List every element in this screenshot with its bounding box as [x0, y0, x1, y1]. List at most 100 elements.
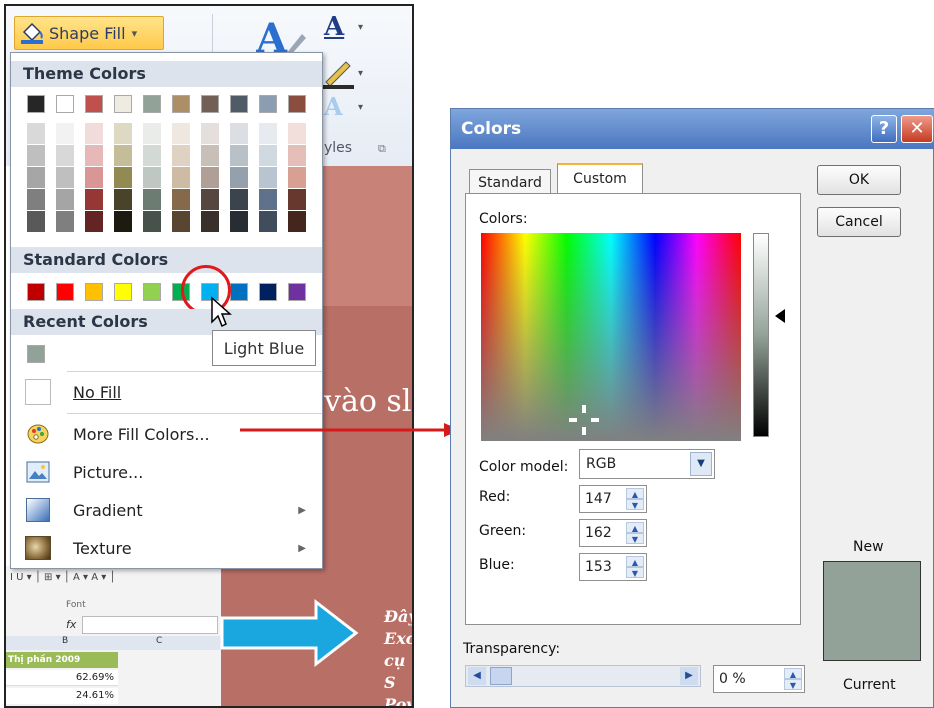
spinner-buttons[interactable]: ▲ ▼ [626, 522, 644, 544]
theme-tint-swatch[interactable] [27, 189, 45, 210]
theme-tint-swatch[interactable] [172, 145, 190, 166]
theme-tint-swatch[interactable] [201, 167, 219, 188]
theme-tint-swatch[interactable] [56, 211, 74, 232]
standard-color-swatch[interactable] [143, 283, 161, 301]
theme-tint-swatch[interactable] [259, 167, 277, 188]
theme-tint-swatch[interactable] [230, 189, 248, 210]
spin-down-icon[interactable]: ▼ [626, 533, 644, 544]
crosshair-icon[interactable] [569, 405, 599, 439]
theme-color-swatch[interactable] [230, 95, 248, 113]
theme-tint-swatch[interactable] [288, 123, 306, 144]
spinner-buttons[interactable]: ▲ ▼ [784, 668, 802, 690]
formula-bar-input[interactable] [82, 616, 218, 634]
excel-cell[interactable]: 24.61% [6, 688, 118, 704]
theme-tint-swatch[interactable] [201, 145, 219, 166]
luminance-pointer-icon[interactable] [775, 309, 785, 327]
theme-tint-swatch[interactable] [27, 167, 45, 188]
chevron-down-icon[interactable]: ▼ [690, 452, 712, 476]
text-outline-icon[interactable] [322, 56, 356, 94]
theme-tint-swatch[interactable] [143, 211, 161, 232]
slider-thumb[interactable] [490, 667, 512, 685]
chevron-down-icon[interactable]: ▾ [358, 102, 363, 113]
theme-tint-swatch[interactable] [201, 189, 219, 210]
recent-color-swatch[interactable] [27, 345, 45, 363]
menu-item-texture[interactable]: Texture ▶ [11, 529, 322, 567]
spinner-buttons[interactable]: ▲ ▼ [626, 556, 644, 578]
cancel-button[interactable]: Cancel [817, 207, 901, 237]
color-spectrum-picker[interactable] [481, 233, 741, 441]
theme-tint-swatch[interactable] [172, 189, 190, 210]
menu-item-gradient[interactable]: Gradient ▶ [11, 491, 322, 529]
chevron-down-icon[interactable]: ▾ [358, 22, 363, 33]
transparency-slider[interactable]: ◀ ▶ [465, 665, 701, 687]
theme-tint-swatch[interactable] [27, 123, 45, 144]
tab-custom[interactable]: Custom [557, 163, 643, 195]
theme-tint-swatch[interactable] [288, 167, 306, 188]
excel-header-cell[interactable]: Thị phần 2009 [6, 652, 118, 668]
transparency-spinner[interactable]: 0 % ▲ ▼ [713, 665, 805, 693]
theme-tint-swatch[interactable] [114, 211, 132, 232]
standard-color-swatch[interactable] [85, 283, 103, 301]
theme-tint-swatch[interactable] [172, 123, 190, 144]
theme-tint-swatch[interactable] [143, 145, 161, 166]
shape-fill-button[interactable]: Shape Fill ▾ [14, 16, 164, 50]
red-spinner[interactable]: 147 ▲ ▼ [579, 485, 647, 513]
theme-tint-swatch[interactable] [259, 211, 277, 232]
menu-item-picture[interactable]: Picture... [11, 453, 322, 491]
theme-tint-swatch[interactable] [259, 189, 277, 210]
theme-tint-swatch[interactable] [230, 211, 248, 232]
standard-color-swatch[interactable] [259, 283, 277, 301]
help-button[interactable]: ? [871, 115, 897, 143]
theme-tint-swatch[interactable] [230, 167, 248, 188]
spin-up-icon[interactable]: ▲ [626, 488, 644, 499]
spin-down-icon[interactable]: ▼ [626, 499, 644, 510]
theme-tint-swatch[interactable] [56, 189, 74, 210]
standard-color-swatch[interactable] [114, 283, 132, 301]
theme-tint-swatch[interactable] [27, 211, 45, 232]
standard-color-swatch[interactable] [27, 283, 45, 301]
scroll-right-icon[interactable]: ▶ [680, 667, 698, 685]
theme-tint-swatch[interactable] [172, 167, 190, 188]
theme-tint-swatch[interactable] [85, 189, 103, 210]
theme-color-swatch[interactable] [56, 95, 74, 113]
text-effects-icon[interactable]: A [324, 92, 343, 121]
theme-tint-swatch[interactable] [56, 123, 74, 144]
theme-tint-swatch[interactable] [259, 123, 277, 144]
theme-color-swatch[interactable] [259, 95, 277, 113]
theme-tint-swatch[interactable] [114, 123, 132, 144]
theme-tint-swatch[interactable] [288, 145, 306, 166]
theme-tint-swatch[interactable] [114, 145, 132, 166]
theme-tint-swatch[interactable] [288, 189, 306, 210]
theme-tint-swatch[interactable] [85, 211, 103, 232]
blue-spinner[interactable]: 153 ▲ ▼ [579, 553, 647, 581]
theme-tint-swatch[interactable] [288, 211, 306, 232]
theme-tint-swatch[interactable] [56, 145, 74, 166]
green-spinner[interactable]: 162 ▲ ▼ [579, 519, 647, 547]
standard-color-swatch[interactable] [230, 283, 248, 301]
theme-tint-swatch[interactable] [201, 123, 219, 144]
tab-standard[interactable]: Standard [469, 169, 551, 194]
spinner-buttons[interactable]: ▲ ▼ [626, 488, 644, 510]
spin-up-icon[interactable]: ▲ [626, 556, 644, 567]
theme-tint-swatch[interactable] [230, 123, 248, 144]
theme-tint-swatch[interactable] [114, 189, 132, 210]
theme-color-swatch[interactable] [114, 95, 132, 113]
spin-up-icon[interactable]: ▲ [784, 668, 802, 679]
theme-tint-swatch[interactable] [85, 123, 103, 144]
menu-item-no-fill[interactable]: No Fill [11, 373, 322, 411]
theme-tint-swatch[interactable] [143, 189, 161, 210]
dialog-launcher-icon[interactable]: ⧉ [378, 142, 386, 156]
scroll-left-icon[interactable]: ◀ [468, 667, 486, 685]
standard-color-swatch[interactable] [288, 283, 306, 301]
theme-color-swatch[interactable] [172, 95, 190, 113]
theme-tint-swatch[interactable] [56, 167, 74, 188]
ok-button[interactable]: OK [817, 165, 901, 195]
chevron-down-icon[interactable]: ▾ [358, 68, 363, 79]
standard-color-swatch[interactable] [56, 283, 74, 301]
luminance-slider[interactable] [753, 233, 769, 437]
theme-tint-swatch[interactable] [259, 145, 277, 166]
theme-tint-swatch[interactable] [85, 145, 103, 166]
theme-tint-swatch[interactable] [143, 167, 161, 188]
theme-tint-swatch[interactable] [230, 145, 248, 166]
spin-up-icon[interactable]: ▲ [626, 522, 644, 533]
